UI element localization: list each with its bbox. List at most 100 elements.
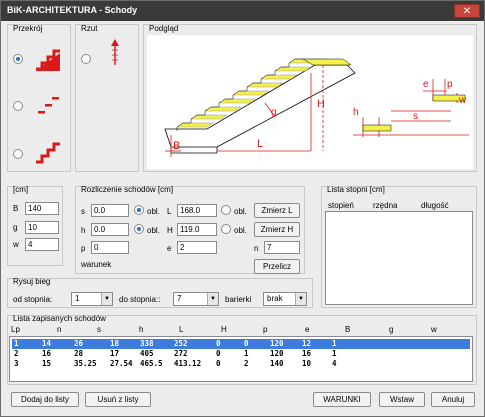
calc-label: Rozliczenie schodów [cm] [81, 185, 174, 194]
warunek-label: warunek [81, 260, 112, 269]
s-obl-radio[interactable] [134, 205, 144, 215]
col-w: w [431, 325, 437, 334]
col-p: p [263, 325, 268, 334]
h-input[interactable]: 0.0 [91, 223, 129, 236]
close-button[interactable]: ✕ [454, 4, 480, 18]
e-input[interactable]: 2 [177, 241, 217, 254]
dim-label-e: e [423, 79, 429, 90]
saved-table: 1 14 26 18 338 252 0 0 120 12 1 2 16 28 … [12, 339, 470, 369]
L-obl-label: obl. [234, 207, 247, 216]
g-label: g [13, 223, 18, 232]
w-label: w [13, 240, 19, 249]
cell: 35.25 [74, 359, 97, 368]
warunki-button[interactable]: WARUNKI [313, 392, 371, 407]
from-step-label: od stopnia: [13, 295, 53, 304]
plan-radio[interactable] [81, 54, 91, 64]
cell: 16 [42, 349, 52, 358]
section-radio-1[interactable] [13, 54, 23, 64]
section-type-1-icon[interactable] [34, 45, 62, 73]
dim-label-g: g [271, 107, 277, 118]
L-obl-radio[interactable] [221, 205, 231, 215]
chevron-down-icon[interactable]: ▼ [295, 293, 306, 305]
H-input[interactable]: 119.0 [177, 223, 217, 236]
dim-label-L: L [257, 138, 263, 150]
cell: 465.5 [140, 359, 163, 368]
cell: 0 [244, 339, 249, 348]
saved-row-2[interactable]: 2 16 28 17 405 272 0 1 120 16 1 [12, 349, 470, 359]
col-g: g [389, 325, 394, 334]
remove-from-list-button[interactable]: Usuń z listy [85, 392, 151, 407]
dim-label-w: w [458, 95, 467, 106]
add-to-list-button[interactable]: Dodaj do listy [11, 392, 79, 407]
chevron-down-icon[interactable]: ▼ [207, 293, 218, 305]
cell: 16 [302, 349, 312, 358]
cell: 1 [244, 349, 249, 358]
g-input[interactable]: 10 [25, 221, 59, 234]
dim-label-B: B [173, 140, 180, 152]
cell: 272 [174, 349, 188, 358]
measure-h-button[interactable]: Zmierz H [254, 222, 300, 237]
chevron-down-icon[interactable]: ▼ [101, 293, 112, 305]
dim-label-H: H [317, 98, 325, 110]
n-input[interactable]: 7 [264, 241, 300, 254]
H-obl-radio[interactable] [221, 224, 231, 234]
w-input[interactable]: 4 [25, 238, 59, 251]
measure-l-button[interactable]: Zmierz L [254, 203, 300, 218]
cell: 1 [332, 339, 337, 348]
L-input[interactable]: 168.0 [177, 204, 217, 217]
b-label: B [13, 204, 19, 213]
p-label: p [81, 244, 86, 253]
cell: 4 [332, 359, 337, 368]
p-input[interactable]: 0 [91, 241, 129, 254]
plan-arrow-icon[interactable] [101, 38, 129, 66]
preview-canvas: L H B g h s e p w [147, 35, 473, 169]
col-s: s [97, 325, 101, 334]
col-n: n [57, 325, 62, 334]
cancel-button[interactable]: Anuluj [431, 392, 475, 407]
cell: 27.54 [110, 359, 133, 368]
przekroj-label: Przekrój [13, 24, 43, 33]
cell: 17 [110, 349, 120, 358]
b-input[interactable]: 140 [25, 202, 59, 215]
dim-label-p: p [447, 79, 453, 90]
cell: 1 [332, 349, 337, 358]
col-lp: Lp [11, 325, 20, 334]
col-e: e [305, 325, 310, 334]
saved-row-1[interactable]: 1 14 26 18 338 252 0 0 120 12 1 [12, 339, 470, 349]
saved-header: Lp n s h L H p e B g w [11, 325, 473, 335]
H-label: H [167, 226, 173, 235]
cell: 15 [42, 359, 52, 368]
saved-listbox[interactable]: 1 14 26 18 338 252 0 0 120 12 1 2 16 28 … [9, 336, 473, 382]
h-obl-radio[interactable] [134, 224, 144, 234]
to-step-value: 7 [177, 294, 182, 303]
insert-button[interactable]: Wstaw [379, 392, 425, 407]
cell: 28 [74, 349, 84, 358]
section-type-3-icon[interactable] [34, 138, 62, 166]
s-input[interactable]: 0.0 [91, 204, 129, 217]
steps-listbox[interactable] [325, 211, 473, 305]
cell: 120 [270, 349, 284, 358]
cell: 120 [270, 339, 284, 348]
stairs-preview-diagram: L H B g h s e p w [164, 58, 469, 157]
section-type-2-icon[interactable] [34, 89, 62, 117]
section-radio-3[interactable] [13, 149, 23, 159]
cell: 413.12 [174, 359, 202, 368]
col-L: L [179, 325, 184, 334]
section-radio-2[interactable] [13, 101, 23, 111]
title-bar: BiK-ARCHITEKTURA - Schody ✕ [1, 1, 484, 21]
cell: 18 [110, 339, 120, 348]
stairs-dialog: BiK-ARCHITEKTURA - Schody ✕ Przekrój Rzu… [0, 0, 485, 417]
from-step-select[interactable]: 1 ▼ [71, 292, 113, 306]
podglad-label: Podgląd [149, 24, 179, 33]
s-label: s [81, 207, 85, 216]
barierki-select[interactable]: brak ▼ [263, 292, 307, 306]
H-obl-label: obl. [234, 226, 247, 235]
cell: 2 [14, 349, 19, 358]
dim-label-s: s [413, 111, 418, 122]
steps-list-label: Lista stopni [cm] [327, 185, 385, 194]
recalc-button[interactable]: Przelicz [254, 259, 300, 274]
to-step-select[interactable]: 7 ▼ [173, 292, 219, 306]
saved-row-3[interactable]: 3 15 35.25 27.54 465.5 413.12 0 2 140 10… [12, 359, 470, 369]
h-obl-label: obl. [147, 226, 160, 235]
saved-label: Lista zapisanych schodów [13, 314, 106, 323]
